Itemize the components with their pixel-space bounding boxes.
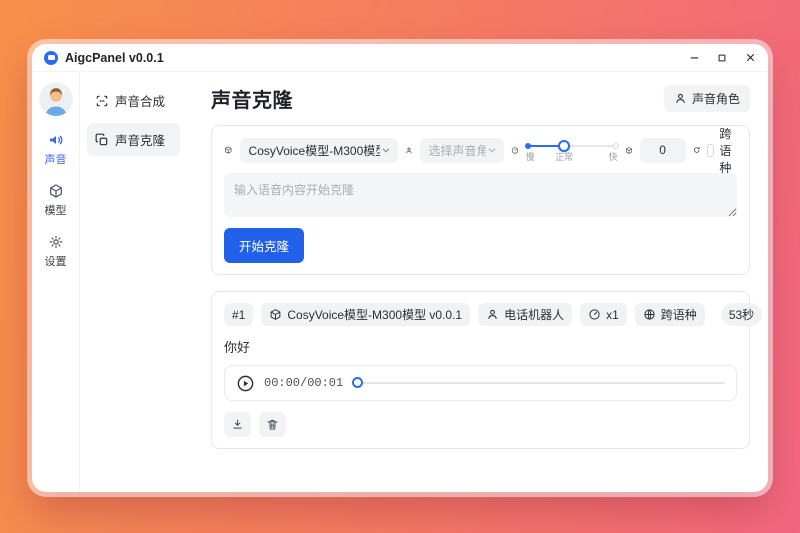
- icon-rail: 声音 模型 设置: [32, 72, 79, 492]
- submenu: 声音合成 声音克隆: [79, 72, 187, 492]
- speech-text-input[interactable]: [224, 173, 737, 217]
- cross-lingual-checkbox[interactable]: 跨语种: [707, 125, 737, 176]
- result-voice-badge: 电话机器人: [478, 303, 572, 326]
- model-icon: [48, 183, 64, 199]
- app-window: AigcPanel v0.0.1: [32, 44, 768, 492]
- gear-icon: [48, 234, 64, 250]
- submenu-label: 声音合成: [115, 91, 165, 110]
- rail-item-voice[interactable]: 声音: [45, 132, 67, 167]
- rail-label: 设置: [45, 253, 67, 269]
- result-model-badge: CosyVoice模型-M300模型 v0.0.1: [261, 303, 470, 326]
- chevron-down-icon: [380, 144, 392, 156]
- app-title: AigcPanel v0.0.1: [65, 51, 164, 65]
- person-icon: [486, 308, 499, 321]
- clone-form-card: CosyVoice模型-M300模型 v0.0 选择声音角色 慢 正常 快: [211, 125, 750, 275]
- rail-label: 模型: [45, 202, 67, 218]
- checkbox-box[interactable]: [707, 144, 714, 157]
- model-select[interactable]: CosyVoice模型-M300模型 v0.0: [240, 138, 398, 163]
- rail-item-settings[interactable]: 设置: [45, 234, 67, 269]
- result-speed-badge: x1: [580, 303, 627, 326]
- duration-badge: 53秒: [721, 303, 762, 326]
- submenu-item-voice-synthesis[interactable]: 声音合成: [87, 84, 180, 117]
- download-icon: [231, 418, 244, 431]
- app-logo-icon: [44, 51, 58, 65]
- trash-icon: [266, 418, 279, 431]
- close-button[interactable]: [744, 52, 756, 64]
- result-card: #1 CosyVoice模型-M300模型 v0.0.1 电话机器人 x1: [211, 291, 750, 449]
- page-title: 声音克隆: [211, 84, 293, 113]
- minimize-button[interactable]: [688, 52, 700, 64]
- speed-gauge-icon: [588, 308, 601, 321]
- player-time: 00:00/00:01: [264, 376, 343, 390]
- speed-gauge-icon: [511, 143, 519, 158]
- submenu-label: 声音克隆: [115, 130, 165, 149]
- model-icon: [269, 308, 282, 321]
- globe-icon: [643, 308, 656, 321]
- chevron-down-icon: [486, 144, 498, 156]
- start-clone-button[interactable]: 开始克隆: [224, 228, 304, 263]
- clone-icon: [95, 133, 109, 147]
- download-button[interactable]: [224, 412, 251, 437]
- voice-role-button[interactable]: 声音角色: [664, 85, 750, 112]
- player-seek-handle[interactable]: [352, 377, 363, 388]
- main-content: 声音克隆 声音角色 CosyVoice模型-M300模型 v0.0 选择声音: [187, 72, 768, 492]
- refresh-icon[interactable]: [693, 143, 700, 157]
- rail-label: 声音: [45, 151, 67, 167]
- delete-button[interactable]: [259, 412, 286, 437]
- submenu-item-voice-clone[interactable]: 声音克隆: [87, 123, 180, 156]
- player-seekbar[interactable]: [352, 376, 725, 390]
- person-icon: [405, 143, 413, 158]
- person-icon: [674, 92, 687, 105]
- voice-select[interactable]: 选择声音角色: [420, 138, 504, 163]
- play-icon[interactable]: [236, 374, 255, 393]
- maximize-button[interactable]: [716, 52, 728, 64]
- rail-item-models[interactable]: 模型: [45, 183, 67, 218]
- result-text: 你好: [224, 337, 737, 356]
- speaker-icon: [48, 132, 64, 148]
- avatar[interactable]: [39, 82, 73, 116]
- titlebar: AigcPanel v0.0.1: [32, 44, 768, 72]
- model-icon: [224, 142, 233, 158]
- result-index-badge: #1: [224, 303, 253, 326]
- seed-input[interactable]: [640, 138, 686, 163]
- result-cross-lingual-badge: 跨语种: [635, 303, 705, 326]
- synthesis-icon: [95, 94, 109, 108]
- seed-cube-icon: [625, 143, 633, 158]
- speed-slider[interactable]: 慢 正常 快: [526, 138, 618, 162]
- window-controls: [688, 52, 756, 64]
- audio-player: 00:00/00:01: [224, 365, 737, 401]
